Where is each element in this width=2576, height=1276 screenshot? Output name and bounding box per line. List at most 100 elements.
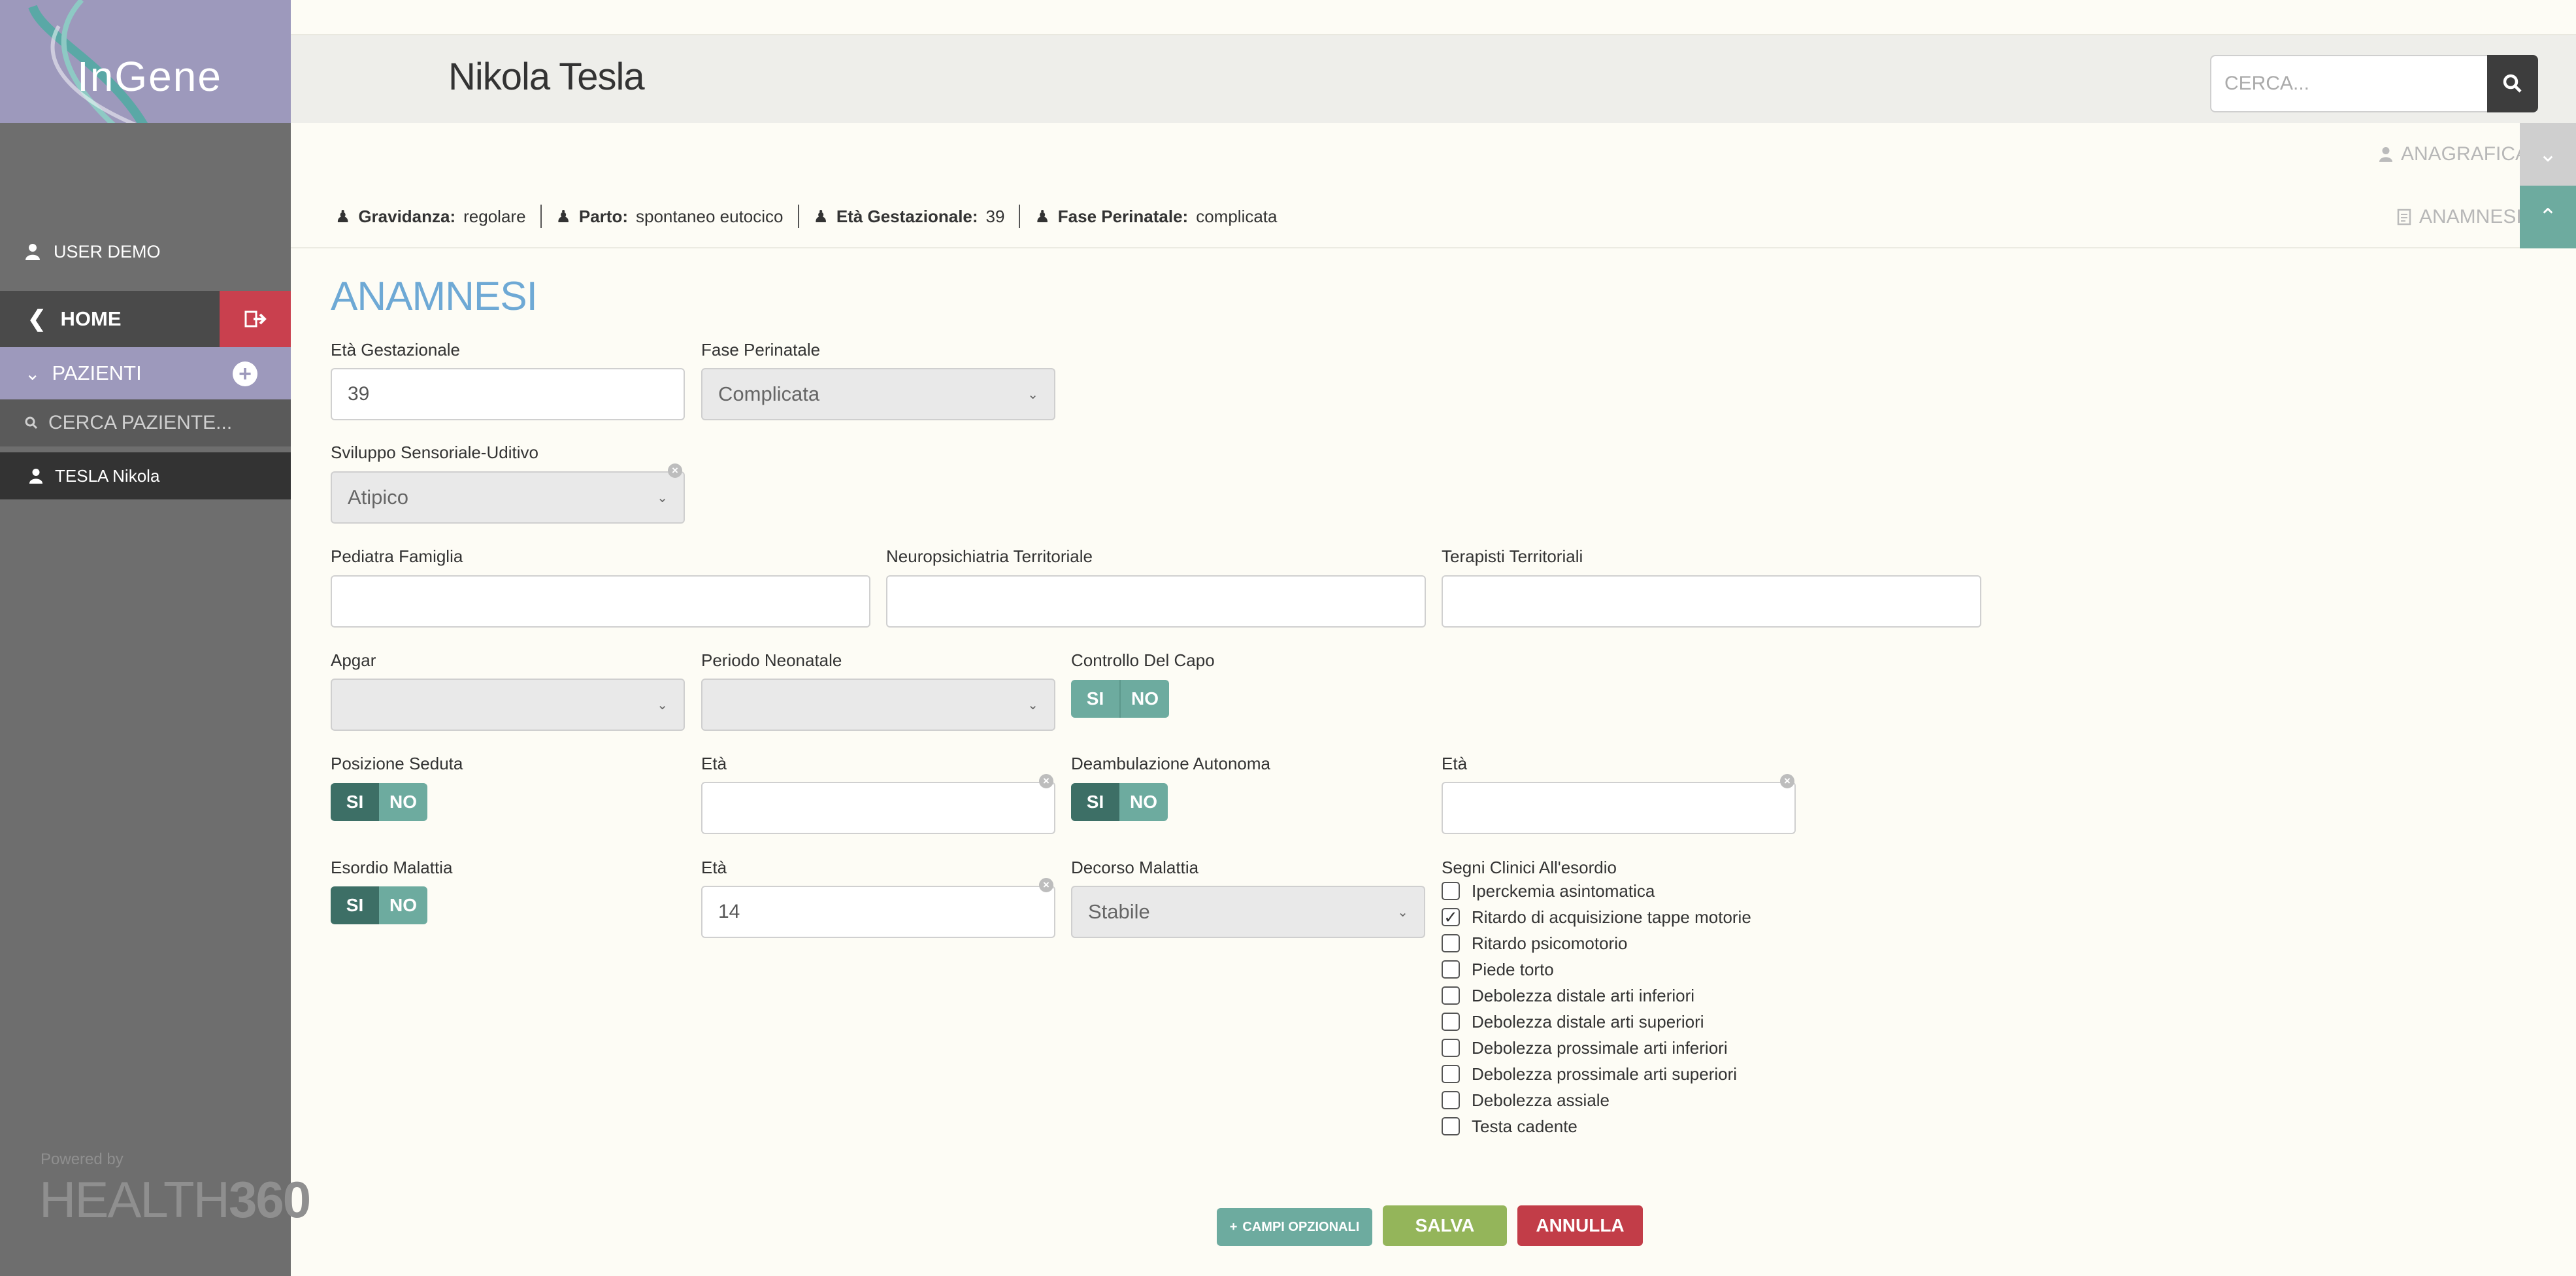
patient-search — [0, 399, 291, 446]
search-icon — [25, 416, 38, 429]
logo-text: InGene — [77, 53, 222, 100]
tab-anagrafica[interactable]: ANAGRAFICA — [2379, 123, 2528, 186]
yes-option[interactable]: SI — [331, 783, 379, 821]
pediatra-input[interactable] — [331, 575, 870, 628]
checkbox-option[interactable]: Ritardo psicomotorio — [1442, 930, 1808, 956]
terapisti-input[interactable] — [1442, 575, 1981, 628]
checkbox-option[interactable]: Iperckemia asintomatica — [1442, 878, 1808, 904]
field-label: Controllo Del Capo — [1071, 650, 1215, 670]
decorso-select[interactable]: Stabile ⌄ — [1071, 886, 1425, 938]
patients-menu[interactable]: ⌄ PAZIENTI — [25, 347, 142, 399]
user-name: USER DEMO — [54, 241, 161, 261]
yes-option[interactable]: SI — [1071, 680, 1119, 718]
field-label: Fase Perinatale — [701, 340, 821, 360]
fase-perinatale-select[interactable]: Complicata ⌄ — [701, 368, 1055, 420]
checkbox-option[interactable]: Debolezza assiale — [1442, 1087, 1808, 1113]
brand-logo: HEALTH360 — [39, 1171, 311, 1228]
tab-anamnesi[interactable]: ANAMNESI — [2397, 186, 2522, 248]
logo-area: InGene — [0, 0, 291, 123]
checkbox-checked[interactable]: ✓ — [1442, 907, 1460, 927]
no-option[interactable]: NO — [1119, 783, 1168, 821]
clear-icon[interactable]: × — [1780, 774, 1794, 788]
user-icon — [2379, 147, 2393, 162]
info-gravidanza: ♟ Gravidanza: regolare — [335, 205, 542, 228]
cancel-button[interactable]: ANNULLA — [1517, 1205, 1643, 1246]
patient-list-item[interactable]: TESLA Nikola — [0, 452, 291, 499]
checkbox-option[interactable]: Debolezza prossimale arti inferiori — [1442, 1035, 1808, 1061]
no-option[interactable]: NO — [379, 783, 427, 821]
tab-anamnesi-label: ANAMNESI — [2419, 206, 2522, 227]
patient-search-input[interactable] — [47, 411, 259, 435]
logout-button[interactable] — [220, 291, 291, 347]
search-input[interactable] — [2210, 55, 2490, 112]
chevron-down-icon: ⌄ — [1397, 905, 1408, 920]
field-label: Posizione Seduta — [331, 754, 463, 773]
document-icon — [2397, 209, 2411, 226]
segni-checkbox-list: Iperckemia asintomatica ✓ Ritardo di acqu… — [1442, 878, 1808, 1146]
checkbox[interactable] — [1442, 1013, 1460, 1031]
checkbox-option[interactable]: ✓ Ritardo di acquisizione tappe motorie — [1442, 904, 1808, 930]
checkbox-option[interactable]: Debolezza distale arti superiori — [1442, 1009, 1808, 1035]
user-icon — [25, 244, 40, 260]
field-label: Neuropsichiatria Territoriale — [886, 546, 1093, 566]
field-label: Età — [701, 754, 727, 773]
plus-icon: + — [1229, 1219, 1238, 1234]
patients-label: PAZIENTI — [52, 361, 142, 384]
home-link[interactable]: ❮ HOME — [27, 291, 122, 347]
add-patient-icon[interactable]: + — [233, 361, 257, 386]
yes-option[interactable]: SI — [331, 886, 379, 924]
page-title: Nikola Tesla — [448, 56, 645, 98]
person-icon: ♟ — [813, 206, 829, 226]
save-button[interactable]: SALVA — [1383, 1205, 1507, 1246]
controllo-capo-toggle[interactable]: SI NO — [1071, 680, 1169, 718]
field-label: Deambulazione Autonoma — [1071, 754, 1270, 773]
logout-icon — [244, 311, 267, 327]
clear-icon[interactable]: × — [668, 463, 682, 478]
eta-gestazionale-input[interactable]: 39 — [331, 368, 685, 420]
no-option[interactable]: NO — [379, 886, 427, 924]
sviluppo-select[interactable]: Atipico ⌄ — [331, 471, 685, 524]
neuropsichiatria-input[interactable] — [886, 575, 1426, 628]
clear-icon[interactable]: × — [1039, 878, 1053, 892]
checkbox[interactable] — [1442, 882, 1460, 900]
sidebar — [0, 0, 291, 1276]
form-title: ANAMNESI — [331, 274, 538, 319]
esordio-toggle[interactable]: SI NO — [331, 886, 427, 924]
eta-deambulazione-input[interactable] — [1442, 782, 1796, 834]
field-label: Età — [1442, 754, 1468, 773]
chevron-left-icon: ❮ — [27, 307, 46, 331]
search-button[interactable] — [2487, 55, 2538, 112]
checkbox[interactable] — [1442, 1039, 1460, 1057]
patients-row: ⌄ PAZIENTI + — [0, 347, 291, 399]
checkbox[interactable] — [1442, 934, 1460, 952]
checkbox-option[interactable]: Testa cadente — [1442, 1113, 1808, 1139]
no-option[interactable]: NO — [1119, 680, 1169, 718]
info-eta-gestazionale: ♟ Età Gestazionale: 39 — [799, 205, 1021, 228]
chevron-down-icon[interactable]: ⌄ — [2520, 123, 2576, 186]
field-label: Età — [701, 858, 727, 877]
checkbox-option[interactable]: Debolezza distale arti inferiori — [1442, 982, 1808, 1009]
checkbox[interactable] — [1442, 1091, 1460, 1109]
checkbox[interactable] — [1442, 1117, 1460, 1135]
optional-fields-button[interactable]: + CAMPI OPZIONALI — [1217, 1208, 1372, 1246]
eta-esordio-input[interactable]: 14 — [701, 886, 1055, 938]
tab-anagrafica-label: ANAGRAFICA — [2401, 143, 2529, 165]
checkbox[interactable] — [1442, 960, 1460, 979]
apgar-select[interactable]: ⌄ — [331, 679, 685, 731]
yes-option[interactable]: SI — [1071, 783, 1119, 821]
field-label: Esordio Malattia — [331, 858, 453, 877]
user-menu[interactable]: USER DEMO — [25, 237, 161, 267]
eta-seduta-input[interactable] — [701, 782, 1055, 834]
checkbox[interactable] — [1442, 1065, 1460, 1083]
checkbox[interactable] — [1442, 986, 1460, 1005]
checkbox-option[interactable]: Debolezza prossimale arti superiori — [1442, 1061, 1808, 1087]
person-icon: ♟ — [555, 206, 571, 226]
periodo-neonatale-select[interactable]: ⌄ — [701, 679, 1055, 731]
person-icon: ♟ — [335, 206, 351, 226]
posizione-seduta-toggle[interactable]: SI NO — [331, 783, 427, 821]
clear-icon[interactable]: × — [1039, 774, 1053, 788]
checkbox-option[interactable]: Piede torto — [1442, 956, 1808, 982]
field-label: Pediatra Famiglia — [331, 546, 463, 566]
deambulazione-toggle[interactable]: SI NO — [1071, 783, 1168, 821]
chevron-up-icon[interactable]: ⌃ — [2520, 186, 2576, 248]
